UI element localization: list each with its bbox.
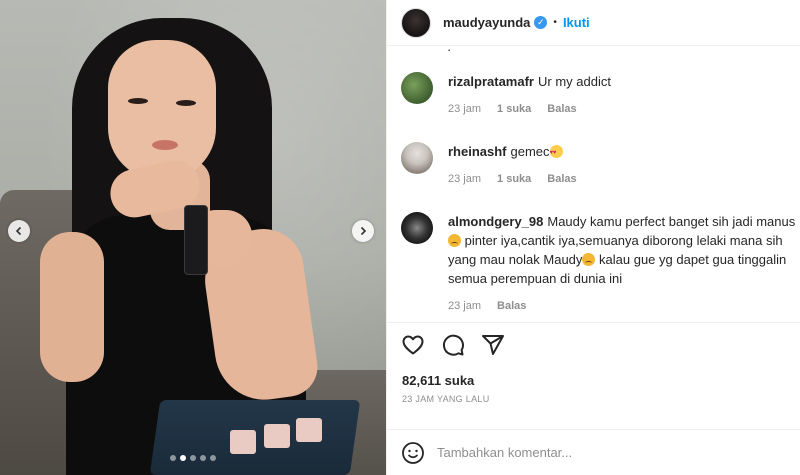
action-icons xyxy=(387,323,800,367)
photo-lipstick xyxy=(184,205,208,275)
photo-eye-left xyxy=(128,98,148,104)
post-header: maudyayunda ✓ • Ikuti xyxy=(387,0,800,46)
comment-line: pinter iya,cantik iya,semuanya diborong … xyxy=(448,231,800,250)
carousel-dot-active xyxy=(180,455,186,461)
reply-button[interactable]: Balas xyxy=(497,300,526,312)
reply-button[interactable]: Balas xyxy=(547,103,576,115)
comment-body: almondgery_98 Maudy kamu perfect banget s… xyxy=(448,212,800,312)
comment-line: rizalpratamafr Ur my addict xyxy=(448,72,800,91)
sad-emoji-icon xyxy=(582,253,596,266)
comment-body: rheinashfgemec 23 jam 1 suka Balas xyxy=(448,142,800,185)
comment-line: almondgery_98 Maudy kamu perfect banget s… xyxy=(448,212,800,231)
comment-body: rizalpratamafr Ur my addict 23 jam 1 suka… xyxy=(448,72,800,115)
commenter-avatar[interactable] xyxy=(401,212,433,244)
comment-time[interactable]: 23 jam xyxy=(448,103,481,115)
carousel-next-button[interactable] xyxy=(352,220,374,242)
commenter-avatar[interactable] xyxy=(401,72,433,104)
photo-eye-right xyxy=(176,100,196,106)
header-separator: • xyxy=(553,17,557,28)
comment-text: semua perempuan di dunia ini xyxy=(448,271,623,286)
comment-text: kalau gue yg dapet gua tinggalin xyxy=(595,252,787,267)
carousel-dot xyxy=(190,455,196,461)
comment-meta: 23 jam Balas xyxy=(448,300,800,312)
comments-list[interactable]: · rizalpratamafr Ur my addict 23 jam 1 su… xyxy=(387,46,800,322)
commenter-avatar[interactable] xyxy=(401,142,433,174)
commenter-username[interactable]: rizalpratamafr xyxy=(448,74,534,89)
reply-button[interactable]: Balas xyxy=(547,173,576,185)
comment-line: rheinashf gemec xyxy=(448,142,800,161)
comment-meta: 23 jam 1 suka Balas xyxy=(448,173,800,185)
photo-mouth xyxy=(152,140,178,150)
like-count[interactable]: 82,611 suka xyxy=(387,373,800,388)
commenter-username[interactable]: almondgery_98 xyxy=(448,214,543,229)
carousel-dot xyxy=(210,455,216,461)
comment-likes[interactable]: 1 suka xyxy=(497,103,531,115)
photo-lipstick-case xyxy=(230,430,256,454)
comment-text: yang mau nolak Maudy xyxy=(448,252,583,267)
comment-line: semua perempuan di dunia ini xyxy=(448,269,800,288)
comment-icon[interactable] xyxy=(441,333,465,357)
comment-text: Maudy kamu perfect banget sih jadi manus xyxy=(547,214,796,229)
comment-item: rheinashfgemec 23 jam 1 suka Balas xyxy=(401,142,800,185)
chevron-left-icon xyxy=(15,226,22,236)
carousel-prev-button[interactable] xyxy=(8,220,30,242)
heart-eyes-emoji-icon xyxy=(549,144,563,161)
share-icon[interactable] xyxy=(481,333,505,357)
sad-emoji-icon xyxy=(448,234,461,247)
carousel-dot xyxy=(170,455,176,461)
photo-face xyxy=(108,40,216,180)
comment-composer xyxy=(387,429,800,475)
comment-input[interactable] xyxy=(437,445,777,460)
comment-item: almondgery_98 Maudy kamu perfect banget s… xyxy=(401,212,800,312)
follow-button[interactable]: Ikuti xyxy=(563,15,590,30)
commenter-username[interactable]: rheinashf xyxy=(448,144,507,159)
comment-line: yang mau nolak Maudy kalau gue yg dapet … xyxy=(448,250,800,269)
comment-time[interactable]: 23 jam xyxy=(448,173,481,185)
comment-meta: 23 jam 1 suka Balas xyxy=(448,103,800,115)
comment-item: rizalpratamafr Ur my addict 23 jam 1 suka… xyxy=(401,72,800,115)
verified-badge-icon: ✓ xyxy=(534,16,548,29)
author-username[interactable]: maudyayunda xyxy=(443,15,530,30)
comment-text: gemec xyxy=(510,144,550,159)
photo-lipstick-case xyxy=(264,424,290,448)
author-avatar[interactable] xyxy=(401,7,431,38)
clipped-caption-text: · xyxy=(447,46,452,57)
photo-shoulder xyxy=(40,232,104,382)
post-timestamp[interactable]: 23 JAM YANG LALU xyxy=(387,394,800,404)
post-panel: maudyayunda ✓ • Ikuti · rizalpratamafr Ur… xyxy=(386,0,800,475)
comment-text: pinter iya,cantik iya,semuanya diborong … xyxy=(461,233,783,248)
comment-text: Ur my addict xyxy=(537,74,611,89)
post-image[interactable] xyxy=(0,0,386,475)
chevron-right-icon xyxy=(360,226,367,236)
photo-lipstick-case xyxy=(296,418,322,442)
comment-likes[interactable]: 1 suka xyxy=(497,173,531,185)
carousel-indicator xyxy=(170,455,216,461)
carousel-dot xyxy=(200,455,206,461)
emoji-icon[interactable] xyxy=(401,441,425,465)
heart-icon[interactable] xyxy=(401,333,425,357)
post-actions: 82,611 suka 23 JAM YANG LALU xyxy=(387,322,800,434)
comment-time[interactable]: 23 jam xyxy=(448,300,481,312)
